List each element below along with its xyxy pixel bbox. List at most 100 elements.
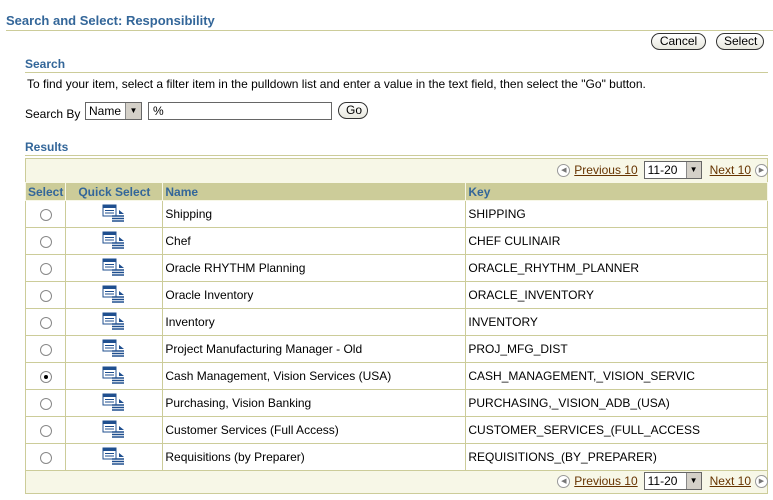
quick-select-icon[interactable] [102, 447, 126, 468]
table-row: Customer Services (Full Access) CUSTOMER_… [24, 416, 768, 444]
quick-select-icon[interactable] [102, 366, 126, 387]
name-cell: Purchasing, Vision Banking [162, 389, 467, 417]
previous-arrow-icon[interactable]: ◀ [557, 163, 571, 177]
select-radio[interactable] [39, 316, 52, 329]
table-row: Requisitions (by Preparer) REQUISITIONS_(… [24, 443, 768, 471]
select-cell [24, 443, 67, 471]
results-divider [25, 155, 768, 156]
select-cell [24, 308, 67, 336]
search-divider [25, 72, 768, 73]
previous-arrow-icon[interactable]: ◀ [557, 474, 571, 488]
select-cell [24, 416, 67, 444]
key-cell: PROJ_MFG_DIST [465, 335, 768, 363]
key-cell: INVENTORY [465, 308, 768, 336]
previous-link[interactable]: Previous 10 [574, 163, 637, 177]
range-select[interactable]: 11-20 ▼ [643, 472, 702, 490]
table-row: Cash Management, Vision Services (USA) CA… [24, 362, 768, 390]
select-radio[interactable] [39, 343, 52, 356]
quick-select-cell [65, 200, 164, 228]
quick-select-cell [65, 362, 164, 390]
quick-select-icon[interactable] [102, 420, 126, 441]
select-radio[interactable] [39, 289, 52, 302]
key-cell: ORACLE_RHYTHM_PLANNER [465, 254, 768, 282]
search-by-label: Search By [25, 107, 81, 121]
next-link[interactable]: Next 10 [710, 474, 751, 488]
select-radio[interactable] [39, 262, 52, 275]
table-header-row: Select Quick Select Name Key [24, 182, 768, 201]
select-cell [24, 227, 67, 255]
column-header-name[interactable]: Name [162, 182, 467, 201]
quick-select-cell [65, 416, 164, 444]
range-value: 11-20 [647, 163, 678, 177]
quick-select-icon[interactable] [102, 231, 126, 252]
select-radio[interactable] [39, 235, 52, 248]
name-cell: Project Manufacturing Manager - Old [162, 335, 467, 363]
previous-link[interactable]: Previous 10 [574, 474, 637, 488]
select-button[interactable]: Select [716, 33, 764, 50]
quick-select-cell [65, 389, 164, 417]
select-radio[interactable] [39, 208, 52, 221]
select-cell [24, 362, 67, 390]
name-cell: Shipping [162, 200, 467, 228]
table-row: Oracle Inventory ORACLE_INVENTORY [24, 281, 768, 309]
name-cell: Requisitions (by Preparer) [162, 443, 467, 471]
table-row: Chef CHEF CULINAIR [24, 227, 768, 255]
column-header-quick-select: Quick Select [65, 182, 164, 201]
chevron-down-icon: ▼ [125, 103, 141, 119]
search-input[interactable] [148, 102, 332, 120]
table-row: Inventory INVENTORY [24, 308, 768, 336]
next-arrow-icon[interactable]: ▶ [755, 163, 768, 177]
name-cell: Cash Management, Vision Services (USA) [162, 362, 467, 390]
table-row: Oracle RHYTHM Planning ORACLE_RHYTHM_PLAN… [24, 254, 768, 282]
quick-select-icon[interactable] [102, 258, 126, 279]
results-nav-top: ◀ Previous 10 11-20 ▼ Next 10 ▶ [557, 160, 768, 180]
key-cell: PURCHASING,_VISION_ADB_(USA) [465, 389, 768, 417]
select-cell [24, 335, 67, 363]
quick-select-cell [65, 443, 164, 471]
quick-select-cell [65, 254, 164, 282]
results-heading: Results [25, 140, 69, 154]
quick-select-cell [65, 227, 164, 255]
title-divider [6, 30, 773, 31]
key-cell: CASH_MANAGEMENT,_VISION_SERVIC [465, 362, 768, 390]
go-button[interactable]: Go [338, 102, 368, 119]
quick-select-cell [65, 335, 164, 363]
select-cell [24, 200, 67, 228]
select-cell [24, 281, 67, 309]
quick-select-icon[interactable] [102, 204, 126, 225]
name-cell: Chef [162, 227, 467, 255]
quick-select-icon[interactable] [102, 312, 126, 333]
results-nav-bottom: ◀ Previous 10 11-20 ▼ Next 10 ▶ [557, 471, 768, 491]
page-title: Search and Select: Responsibility [6, 13, 215, 28]
key-cell: SHIPPING [465, 200, 768, 228]
key-cell: CHEF CULINAIR [465, 227, 768, 255]
chevron-down-icon: ▼ [685, 473, 701, 489]
table-row: Shipping SHIPPING [24, 200, 768, 228]
range-select[interactable]: 11-20 ▼ [643, 161, 702, 179]
key-cell: ORACLE_INVENTORY [465, 281, 768, 309]
table-row: Purchasing, Vision Banking PURCHASING,_VI… [24, 389, 768, 417]
quick-select-cell [65, 308, 164, 336]
search-by-select[interactable]: Name ▼ [85, 102, 142, 120]
column-header-key[interactable]: Key [465, 182, 768, 201]
select-radio[interactable] [39, 451, 52, 464]
name-cell: Oracle Inventory [162, 281, 467, 309]
column-header-select: Select [24, 182, 67, 201]
next-link[interactable]: Next 10 [710, 163, 751, 177]
name-cell: Oracle RHYTHM Planning [162, 254, 467, 282]
select-radio[interactable] [39, 397, 52, 410]
select-radio[interactable] [39, 370, 52, 383]
quick-select-icon[interactable] [102, 339, 126, 360]
search-instructions: To find your item, select a filter item … [27, 77, 646, 91]
cancel-button[interactable]: Cancel [651, 33, 706, 50]
name-cell: Customer Services (Full Access) [162, 416, 467, 444]
quick-select-icon[interactable] [102, 393, 126, 414]
select-radio[interactable] [39, 424, 52, 437]
quick-select-cell [65, 281, 164, 309]
search-by-value: Name [89, 104, 122, 118]
quick-select-icon[interactable] [102, 285, 126, 306]
select-cell [24, 254, 67, 282]
key-cell: REQUISITIONS_(BY_PREPARER) [465, 443, 768, 471]
results-table: Select Quick Select Name Key Shipping SHI… [24, 182, 768, 471]
next-arrow-icon[interactable]: ▶ [755, 474, 768, 488]
